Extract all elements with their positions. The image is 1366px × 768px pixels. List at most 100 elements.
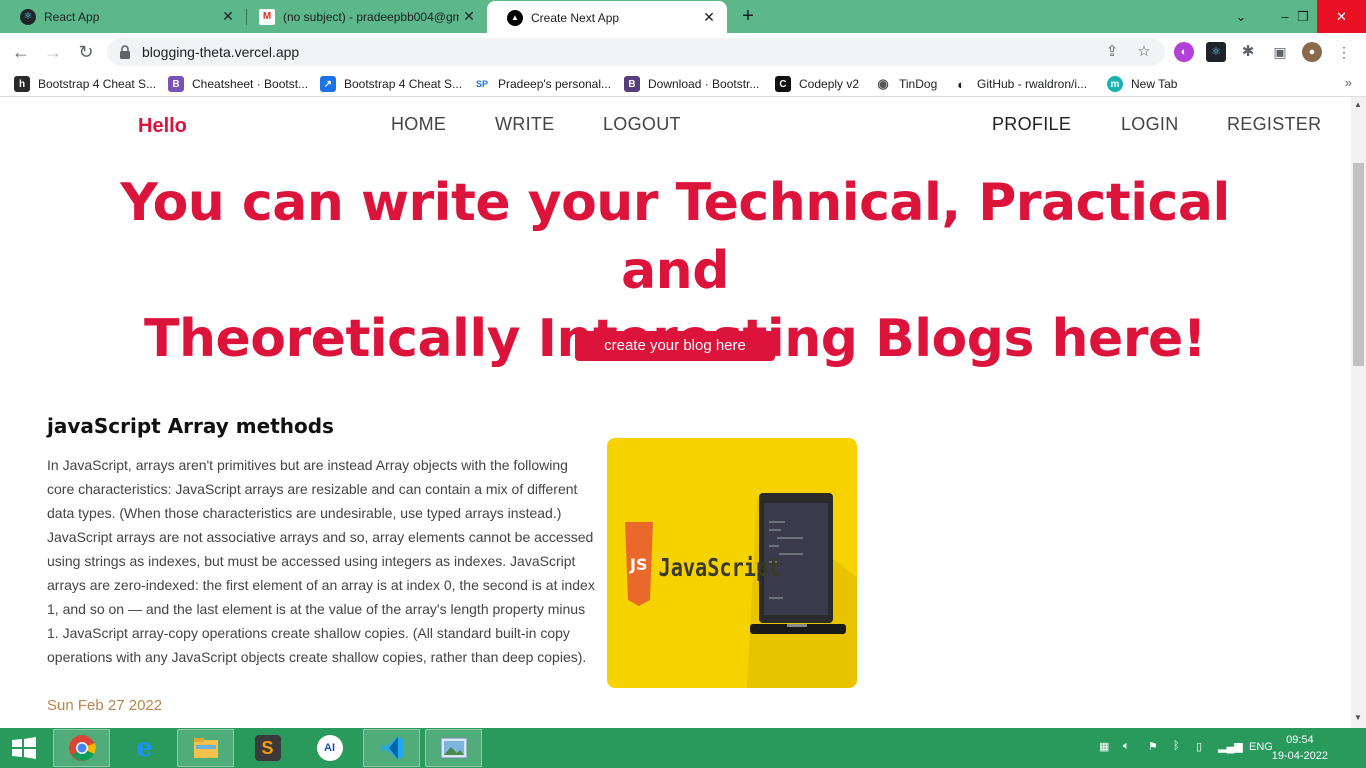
bookmark-label: GitHub - rwaldron/i... [977, 77, 1088, 91]
bookmark-star-icon[interactable]: ☆ [1135, 43, 1153, 61]
bookmark-label: Codeply v2 [799, 77, 860, 91]
site-brand[interactable]: Hello [138, 115, 187, 138]
bookmark-label: Pradeep's personal... [498, 77, 612, 91]
bookmark-item[interactable]: C Codeply v2 [775, 75, 859, 93]
bookmark-favicon-icon: ◐ [953, 76, 969, 92]
nav-home[interactable]: HOME [391, 114, 446, 135]
bookmark-item[interactable]: ◉ TinDog [875, 75, 937, 93]
tab-gmail[interactable]: M (no subject) - pradeepbb004@gm ✕ [239, 0, 487, 33]
scroll-down-icon[interactable]: ▼ [1354, 713, 1362, 722]
post-date: Sun Feb 27 2022 [47, 697, 163, 714]
more-bookmarks-icon[interactable]: » [1345, 75, 1352, 90]
bookmark-favicon-icon: B [168, 76, 184, 92]
window-close-icon[interactable]: ✕ [1317, 0, 1366, 33]
bookmark-label: Cheatsheet · Bootst... [192, 77, 309, 91]
bookmark-label: TinDog [899, 77, 938, 91]
bookmark-item[interactable]: m New Tab [1107, 75, 1177, 93]
vercel-icon: ▲ [507, 9, 523, 26]
react-devtools-icon[interactable]: ⚛ [1206, 42, 1226, 62]
taskbar-sublime-text[interactable]: S [239, 729, 296, 767]
windows-taskbar: e S AI ▦ 🔈︎ ⚑ ᛒ ▯ ▂▄▆ ENG 09:54 19-04-20… [0, 728, 1366, 768]
bookmark-favicon-icon: B [624, 76, 640, 92]
bookmark-item[interactable]: ◐ GitHub - rwaldron/i... [953, 75, 1087, 93]
bookmark-favicon-icon: ↗ [320, 76, 336, 92]
tab-create-next-app[interactable]: ▲ Create Next App ✕ [487, 1, 727, 34]
address-bar[interactable]: blogging-theta.vercel.app ⇪ ☆ [107, 38, 1165, 66]
tab-strip: ⚛ React App ✕ M (no subject) - pradeepbb… [0, 0, 1366, 34]
back-icon[interactable]: ← [10, 41, 32, 63]
nav-profile[interactable]: PROFILE [992, 114, 1071, 135]
side-panel-icon[interactable]: ▣ [1270, 42, 1290, 62]
hero-line: You can write your Technical, Practical … [120, 173, 1230, 301]
new-tab-button[interactable]: + [737, 5, 759, 27]
post-title[interactable]: javaScript Array methods [47, 414, 334, 438]
javascript-laptop-illustration: JS JavaScript [625, 493, 857, 688]
windows-start-icon[interactable] [8, 736, 40, 760]
post-excerpt-text: In JavaScript, arrays aren't primitives … [47, 457, 595, 665]
bookmark-item[interactable]: SP Pradeep's personal... [474, 75, 611, 93]
system-clock[interactable]: 09:54 19-04-2022 [1272, 732, 1328, 764]
bookmark-item[interactable]: h Bootstrap 4 Cheat S... [14, 75, 156, 93]
taskbar-ai-app[interactable]: AI [301, 729, 358, 767]
bookmarks-bar: h Bootstrap 4 Cheat S... B Cheatsheet · … [0, 71, 1366, 97]
post-excerpt: In JavaScript, arrays aren't primitives … [47, 453, 597, 669]
react-icon: ⚛ [20, 8, 36, 25]
picture-icon [440, 737, 467, 759]
page-scrollbar[interactable]: ▲ ▼ [1351, 97, 1366, 728]
ai-app-icon: AI [316, 735, 343, 761]
bookmark-favicon-icon: C [775, 76, 791, 92]
bookmark-item[interactable]: ↗ Bootstrap 4 Cheat S... [320, 75, 462, 93]
js-badge: JS [629, 555, 647, 574]
bookmark-label: Bootstrap 4 Cheat S... [344, 77, 463, 91]
nav-login[interactable]: LOGIN [1121, 114, 1179, 135]
volume-icon[interactable]: 🔈︎ [1123, 740, 1130, 756]
taskbar-vscode[interactable] [363, 729, 420, 767]
nav-register[interactable]: REGISTER [1227, 114, 1321, 135]
taskbar-internet-explorer[interactable]: e [116, 729, 173, 767]
nav-write[interactable]: WRITE [495, 114, 555, 135]
bookmark-favicon-icon: SP [474, 76, 490, 92]
create-blog-button[interactable]: create your blog here [575, 331, 775, 361]
close-icon[interactable]: ✕ [699, 9, 719, 26]
bookmark-item[interactable]: B Cheatsheet · Bootst... [168, 75, 308, 93]
language-indicator[interactable]: ENG [1249, 741, 1273, 757]
vscode-icon [380, 737, 403, 759]
bluetooth-icon[interactable]: ᛒ [1173, 740, 1180, 756]
taskbar-photos[interactable] [425, 729, 482, 767]
battery-icon[interactable]: ▯ [1196, 740, 1202, 756]
bookmark-favicon-icon: ◉ [875, 76, 891, 92]
close-icon[interactable]: ✕ [218, 8, 238, 25]
internet-explorer-icon: e [136, 733, 153, 763]
restore-icon[interactable]: ❐ [1293, 0, 1313, 33]
scrollbar-thumb[interactable] [1353, 163, 1364, 366]
reload-icon[interactable]: ↻ [75, 41, 97, 63]
bookmark-favicon-icon: m [1107, 76, 1123, 92]
bookmark-label: Download · Bootstr... [648, 77, 760, 91]
minimize-icon[interactable]: – [1275, 0, 1295, 33]
taskbar-chrome[interactable] [53, 729, 110, 767]
avatar[interactable]: ● [1302, 42, 1322, 62]
flag-icon[interactable]: ⚑ [1148, 740, 1158, 756]
nav-logout[interactable]: LOGOUT [603, 114, 681, 135]
network-tray-icon[interactable]: ▦ [1099, 740, 1109, 756]
extensions-puzzle-icon[interactable]: ✱ [1238, 42, 1258, 62]
chrome-icon [68, 735, 96, 761]
lock-icon [120, 45, 130, 59]
post-image[interactable]: JS JavaScript [607, 438, 857, 688]
clock-date: 19-04-2022 [1271, 750, 1328, 762]
share-icon[interactable]: ⇪ [1103, 43, 1121, 61]
folder-icon [193, 738, 218, 758]
forward-icon[interactable]: → [42, 41, 64, 63]
gmail-icon: M [259, 8, 275, 25]
tab-search-icon[interactable]: ⌄ [1228, 0, 1254, 33]
signal-icon[interactable]: ▂▄▆ [1218, 740, 1243, 756]
scroll-up-icon[interactable]: ▲ [1354, 100, 1362, 109]
web-page: Hello HOME WRITE LOGOUT PROFILE LOGIN RE… [0, 97, 1351, 728]
close-icon[interactable]: ✕ [459, 8, 479, 25]
bookmark-item[interactable]: B Download · Bootstr... [624, 75, 759, 93]
menu-kebab-icon[interactable]: ⋮ [1334, 42, 1354, 62]
browser-toolbar: ← → ↻ blogging-theta.vercel.app ⇪ ☆ ◐ ⚛ … [0, 33, 1366, 71]
extension-icon[interactable]: ◐ [1174, 42, 1194, 62]
tab-react-app[interactable]: ⚛ React App ✕ [0, 0, 246, 33]
taskbar-file-explorer[interactable] [177, 729, 234, 767]
